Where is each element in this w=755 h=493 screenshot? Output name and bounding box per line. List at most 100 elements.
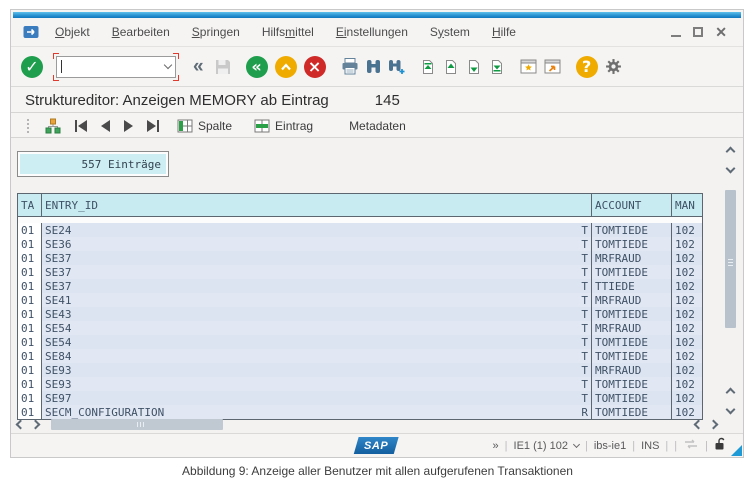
vertical-scroll-thumb[interactable] [725, 190, 736, 328]
horizontal-scrollbar-right[interactable] [695, 417, 717, 432]
cell-entry-id[interactable]: SE54T [41, 335, 591, 349]
horizontal-scroll-thumb[interactable] [51, 419, 223, 430]
cell-account[interactable]: MRFRAUD [591, 251, 671, 265]
header-entry-id[interactable]: ENTRY_ID [41, 194, 591, 216]
cell-ta[interactable]: 01 [18, 237, 41, 251]
scroll-left-icon[interactable] [694, 420, 704, 430]
cell-account[interactable]: MRFRAUD [591, 321, 671, 335]
horizontal-scrollbar[interactable] [17, 417, 717, 432]
menu-item-hilfsmittel[interactable]: Hilfsmittel [262, 25, 314, 39]
command-input[interactable] [56, 56, 176, 78]
cell-entry-id[interactable]: SE37T [41, 265, 591, 279]
status-system-info[interactable]: IE1 (1) 102 [514, 440, 568, 452]
help-button[interactable]: ? [576, 56, 598, 78]
cell-mandant[interactable]: 102 [671, 377, 702, 391]
cell-account[interactable]: TOMTIEDE [591, 377, 671, 391]
cell-ta[interactable]: 01 [18, 335, 41, 349]
cell-ta[interactable]: 01 [18, 265, 41, 279]
cell-entry-id[interactable]: SE93T [41, 377, 591, 391]
cell-mandant[interactable]: 102 [671, 223, 702, 237]
table-row[interactable]: 01SE43TTOMTIEDE102 [18, 307, 702, 321]
spalte-button[interactable]: Spalte [173, 117, 236, 135]
cell-mandant[interactable]: 102 [671, 307, 702, 321]
cell-account[interactable]: MRFRAUD [591, 363, 671, 377]
cell-entry-id[interactable]: SE54T [41, 321, 591, 335]
exit-button[interactable] [275, 56, 297, 78]
cell-mandant[interactable]: 102 [671, 237, 702, 251]
scroll-right-icon[interactable] [31, 420, 41, 430]
cell-ta[interactable]: 01 [18, 307, 41, 321]
cell-mandant[interactable]: 102 [671, 321, 702, 335]
cell-entry-id[interactable]: SE36T [41, 237, 591, 251]
cell-account[interactable]: MRFRAUD [591, 293, 671, 307]
scroll-down-icon[interactable] [726, 164, 736, 174]
scroll-up-icon[interactable] [726, 147, 736, 157]
last-entry-button[interactable] [147, 120, 159, 132]
cell-mandant[interactable]: 102 [671, 335, 702, 349]
customize-layout-button[interactable] [605, 58, 622, 75]
first-page-button[interactable] [420, 59, 436, 75]
maximize-button[interactable] [693, 27, 703, 37]
cell-entry-id[interactable]: SE43T [41, 307, 591, 321]
cell-mandant[interactable]: 102 [671, 279, 702, 293]
cell-mandant[interactable]: 102 [671, 391, 702, 405]
last-page-button[interactable] [489, 59, 505, 75]
find-next-button[interactable] [388, 59, 405, 75]
eintrag-button[interactable]: Eintrag [250, 117, 317, 135]
cell-mandant[interactable]: 102 [671, 293, 702, 307]
system-menu-icon[interactable] [23, 24, 39, 40]
cell-mandant[interactable]: 102 [671, 265, 702, 279]
chevron-down-icon[interactable] [164, 61, 172, 69]
previous-entry-button[interactable] [101, 120, 110, 132]
resize-grip[interactable] [731, 445, 742, 456]
scroll-down-icon[interactable] [726, 405, 736, 415]
menu-item-hilfe[interactable]: Hilfe [492, 25, 516, 39]
save-button[interactable] [215, 59, 231, 75]
create-shortcut-button[interactable] [544, 59, 561, 74]
cell-ta[interactable]: 01 [18, 349, 41, 363]
cell-mandant[interactable]: 102 [671, 349, 702, 363]
lock-icon[interactable] [714, 437, 727, 454]
menu-item-bearbeiten[interactable]: Bearbeiten [112, 25, 170, 39]
vertical-scrollbar[interactable] [723, 146, 738, 415]
find-button[interactable] [366, 59, 381, 74]
cell-ta[interactable]: 01 [18, 279, 41, 293]
table-row[interactable]: 01SE84TTOMTIEDE102 [18, 349, 702, 363]
cell-mandant[interactable]: 102 [671, 363, 702, 377]
table-row[interactable]: 01SE41TMRFRAUD102 [18, 293, 702, 307]
minimize-button[interactable] [671, 35, 681, 37]
cell-entry-id[interactable]: SE97T [41, 391, 591, 405]
cell-ta[interactable]: 01 [18, 293, 41, 307]
scroll-right-icon[interactable] [709, 420, 719, 430]
status-overflow-button[interactable]: » [493, 440, 499, 452]
table-row[interactable]: 01SE24TTOMTIEDE102 [18, 223, 702, 237]
cancel-button[interactable]: × [304, 56, 326, 78]
collapse-toolbar-icon[interactable]: « [193, 57, 204, 77]
table-row[interactable]: 01SE93TTOMTIEDE102 [18, 377, 702, 391]
cell-ta[interactable]: 01 [18, 321, 41, 335]
cell-account[interactable]: TOMTIEDE [591, 237, 671, 251]
table-row[interactable]: 01SE93TMRFRAUD102 [18, 363, 702, 377]
close-button[interactable]: ✕ [715, 27, 727, 37]
cell-account[interactable]: TOMTIEDE [591, 391, 671, 405]
cell-entry-id[interactable]: SE37T [41, 279, 591, 293]
metadaten-button[interactable]: Metadaten [345, 117, 410, 135]
next-entry-button[interactable] [124, 120, 133, 132]
table-row[interactable]: 01SE54TTOMTIEDE102 [18, 335, 702, 349]
scroll-up-icon[interactable] [726, 388, 736, 398]
cell-account[interactable]: TOMTIEDE [591, 335, 671, 349]
table-row[interactable]: 01SE54TMRFRAUD102 [18, 321, 702, 335]
table-row[interactable]: 01SE37TTTIEDE102 [18, 279, 702, 293]
hierarchy-icon[interactable] [45, 118, 61, 134]
cell-entry-id[interactable]: SE24T [41, 223, 591, 237]
table-row[interactable]: 01SE36TTOMTIEDE102 [18, 237, 702, 251]
enter-button[interactable]: ✓ [21, 56, 43, 78]
next-page-button[interactable] [466, 59, 482, 75]
menu-item-springen[interactable]: Springen [192, 25, 240, 39]
cell-account[interactable]: TTIEDE [591, 279, 671, 293]
cell-account[interactable]: TOMTIEDE [591, 349, 671, 363]
first-entry-button[interactable] [75, 120, 87, 132]
chevron-down-icon[interactable] [573, 441, 580, 448]
cell-ta[interactable]: 01 [18, 251, 41, 265]
header-mandant[interactable]: MAN [671, 194, 702, 216]
